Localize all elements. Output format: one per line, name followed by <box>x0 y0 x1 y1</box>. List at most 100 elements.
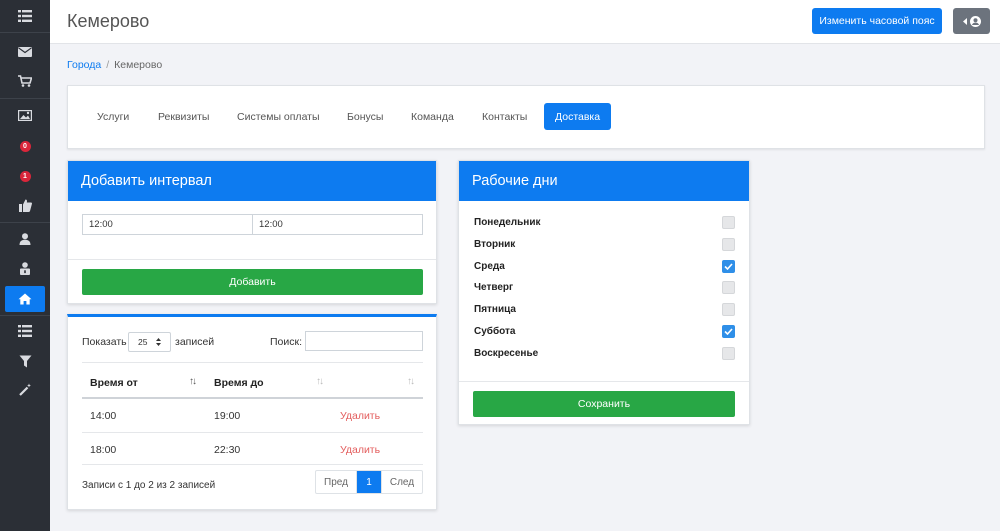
sidebar-item-images[interactable] <box>0 102 50 128</box>
day-checkbox-wednesday[interactable] <box>722 260 735 273</box>
tab-payment-systems[interactable]: Системы оплаты <box>226 103 331 130</box>
sidebar-divider <box>0 222 50 223</box>
cell-time-to: 22:30 <box>214 444 241 456</box>
user-circle-icon <box>969 15 981 27</box>
day-label-wednesday: Среда <box>474 261 505 272</box>
show-label: Показать <box>82 336 127 348</box>
tabs-card: Услуги Реквизиты Системы оплаты Бонусы К… <box>67 85 985 149</box>
day-label-friday: Пятница <box>474 304 516 315</box>
work-days-title: Рабочие дни <box>459 161 749 201</box>
image-icon <box>18 109 32 121</box>
caret-left-icon <box>962 17 967 25</box>
column-header-time-from[interactable]: Время от <box>90 377 138 389</box>
panel-divider <box>459 381 749 382</box>
sidebar-item-cities[interactable] <box>5 286 45 312</box>
day-label-monday: Понедельник <box>474 217 541 228</box>
sidebar-item-catalog[interactable] <box>0 318 50 344</box>
tab-contacts[interactable]: Контакты <box>471 103 538 130</box>
day-label-sunday: Воскресенье <box>474 348 539 359</box>
work-days-panel: Рабочие дни Понедельник Вторник Среда Че… <box>458 160 750 425</box>
count-badge: 1 <box>19 170 31 182</box>
sort-icon[interactable]: ↑↓ <box>189 376 197 387</box>
cell-time-from: 18:00 <box>90 444 117 456</box>
breadcrumb-link-cities[interactable]: Города <box>67 59 101 71</box>
day-checkbox-saturday[interactable] <box>722 325 735 338</box>
sidebar-menu-toggle[interactable] <box>0 3 50 29</box>
mail-icon <box>18 47 32 57</box>
panel-divider <box>68 259 436 260</box>
day-checkbox-monday[interactable] <box>722 216 735 229</box>
sidebar-item-mail[interactable] <box>0 39 50 65</box>
breadcrumb: Города / Кемерово <box>67 59 162 71</box>
add-interval-button[interactable]: Добавить <box>82 269 423 295</box>
pagination: Пред 1 След <box>315 470 423 494</box>
add-interval-panel: Добавить интервал Добавить <box>67 160 437 304</box>
sort-icon[interactable]: ↑↓ <box>316 376 324 387</box>
sidebar-item-cart[interactable] <box>0 68 50 94</box>
row-divider <box>82 432 423 433</box>
time-range-inputs <box>82 214 423 235</box>
pagination-prev[interactable]: Пред <box>316 471 357 493</box>
table-header-border <box>82 397 423 399</box>
time-to-input[interactable] <box>253 215 422 234</box>
day-checkbox-friday[interactable] <box>722 303 735 316</box>
records-label: записей <box>175 336 215 348</box>
sidebar-item-admins[interactable] <box>0 255 50 281</box>
cell-time-from: 14:00 <box>90 410 117 422</box>
sidebar-item-notifications[interactable]: 0 <box>0 133 50 159</box>
table-info: Записи с 1 до 2 из 2 записей <box>82 480 216 491</box>
page-length-value: 25 <box>138 337 148 347</box>
list-icon <box>18 325 32 337</box>
cell-time-to: 19:00 <box>214 410 241 422</box>
sidebar-divider <box>0 98 50 99</box>
tab-delivery[interactable]: Доставка <box>544 103 612 130</box>
day-checkbox-tuesday[interactable] <box>722 238 735 251</box>
updown-arrows-icon <box>156 338 162 346</box>
change-timezone-button[interactable]: Изменить часовой пояс <box>812 8 942 34</box>
tab-bonuses[interactable]: Бонусы <box>336 103 394 130</box>
day-checkbox-sunday[interactable] <box>722 347 735 360</box>
user-lock-icon <box>20 261 30 275</box>
tab-services[interactable]: Услуги <box>86 103 140 130</box>
day-label-tuesday: Вторник <box>474 239 516 250</box>
sort-icon[interactable]: ↑↓ <box>407 376 415 387</box>
sidebar-item-messages[interactable]: 1 <box>0 163 50 189</box>
tab-team[interactable]: Команда <box>400 103 465 130</box>
sidebar-item-filters[interactable] <box>0 348 50 374</box>
user-menu-button[interactable] <box>953 8 990 34</box>
thumbs-up-icon <box>18 199 32 212</box>
list-icon <box>18 10 32 22</box>
day-checkbox-thursday[interactable] <box>722 281 735 294</box>
tab-requisites[interactable]: Реквизиты <box>147 103 220 130</box>
user-icon <box>19 233 31 245</box>
magic-wand-icon <box>18 383 31 396</box>
table-search-input[interactable] <box>305 331 423 351</box>
pagination-page-1[interactable]: 1 <box>357 471 381 493</box>
sidebar-item-users[interactable] <box>0 226 50 252</box>
breadcrumb-separator: / <box>106 59 110 71</box>
sidebar-divider <box>0 32 50 33</box>
breadcrumb-current: Кемерово <box>114 59 163 71</box>
sidebar: 0 1 <box>0 0 50 531</box>
sidebar-item-reviews[interactable] <box>0 192 50 218</box>
check-icon <box>724 328 733 335</box>
filter-icon <box>19 355 31 367</box>
save-work-days-button[interactable]: Сохранить <box>473 391 735 417</box>
sidebar-divider <box>0 315 50 316</box>
delete-link[interactable]: Удалить <box>340 410 380 422</box>
cart-icon <box>18 75 32 87</box>
page-title: Кемерово <box>67 11 150 31</box>
time-from-input[interactable] <box>83 215 253 234</box>
page-length-select[interactable]: 25 <box>128 332 171 352</box>
table-top-border <box>82 362 423 363</box>
day-label-thursday: Четверг <box>474 282 514 293</box>
count-badge: 0 <box>19 140 31 152</box>
check-icon <box>724 263 733 270</box>
column-header-time-to[interactable]: Время до <box>214 377 264 389</box>
pagination-next[interactable]: След <box>381 471 422 493</box>
add-interval-title: Добавить интервал <box>68 161 436 201</box>
sidebar-item-tools[interactable] <box>0 376 50 402</box>
search-label: Поиск: <box>270 336 303 348</box>
delete-link[interactable]: Удалить <box>340 444 380 456</box>
intervals-table-panel: Показать 25 записей Поиск: Время от ↑↓ В… <box>67 314 437 510</box>
